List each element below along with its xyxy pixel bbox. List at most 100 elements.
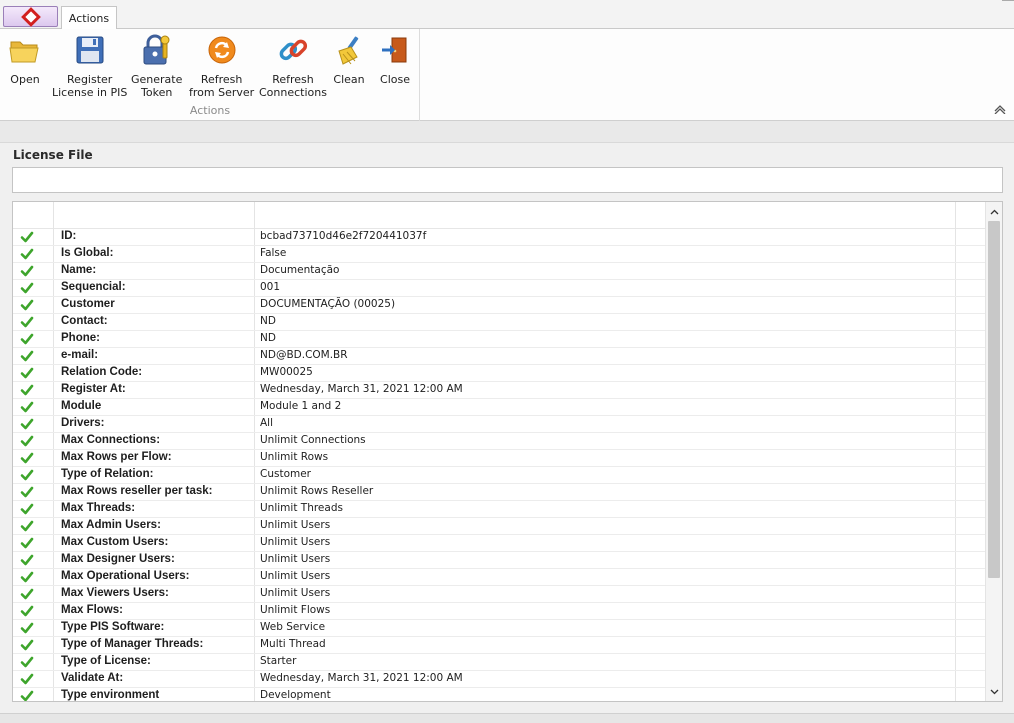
grid-rows: ID: bcbad73710d46e2f720441037f Is Global: F…	[13, 229, 985, 701]
checkmark-icon	[20, 638, 34, 652]
row-key: Type of Relation:	[61, 468, 154, 480]
row-key: Max Operational Users:	[61, 570, 190, 582]
table-row[interactable]: Max Admin Users: Unlimit Users	[13, 518, 985, 535]
row-value: Unlimit Threads	[260, 502, 343, 514]
table-row[interactable]: Type of License: Starter	[13, 654, 985, 671]
row-key: Max Viewers Users:	[61, 587, 169, 599]
close-button[interactable]: Close	[378, 33, 412, 86]
ribbon: Open Register License in PIS Generate To…	[0, 29, 1014, 121]
table-row[interactable]: Max Flows: Unlimit Flows	[13, 603, 985, 620]
checkmark-icon	[20, 264, 34, 278]
table-row[interactable]: Register At: Wednesday, March 31, 2021 12…	[13, 382, 985, 399]
register-license-button[interactable]: Register License in PIS	[52, 33, 127, 99]
row-key: Register At:	[61, 383, 126, 395]
window-corner-divider	[1002, 0, 1014, 6]
open-button[interactable]: Open	[8, 33, 42, 86]
row-key: Max Admin Users:	[61, 519, 161, 531]
tab-actions[interactable]: Actions	[61, 6, 117, 30]
checkmark-icon	[20, 451, 34, 465]
row-key: Type of License:	[61, 655, 151, 667]
row-key: Customer	[61, 298, 115, 310]
row-value: Documentação	[260, 264, 340, 276]
table-row[interactable]: Is Global: False	[13, 246, 985, 263]
application-menu-button[interactable]	[3, 6, 58, 27]
row-key: Max Designer Users:	[61, 553, 175, 565]
row-key: Type of Manager Threads:	[61, 638, 204, 650]
row-key: Phone:	[61, 332, 100, 344]
row-value: bcbad73710d46e2f720441037f	[260, 230, 427, 242]
table-row[interactable]: Max Rows reseller per task: Unlimit Rows …	[13, 484, 985, 501]
row-value: Customer	[260, 468, 312, 480]
table-row[interactable]: Max Custom Users: Unlimit Users	[13, 535, 985, 552]
row-key: Relation Code:	[61, 366, 143, 378]
checkmark-icon	[20, 468, 34, 482]
table-row[interactable]: Max Operational Users: Unlimit Users	[13, 569, 985, 586]
table-row[interactable]: Type of Manager Threads: Multi Thread	[13, 637, 985, 654]
row-key: e-mail:	[61, 349, 99, 361]
row-value: Unlimit Users	[260, 570, 331, 582]
table-row[interactable]: Max Rows per Flow: Unlimit Rows	[13, 450, 985, 467]
table-row[interactable]: Type environment Development	[13, 688, 985, 701]
license-window: Actions Open Register License in PIS Gen…	[0, 0, 1014, 723]
row-key: Type environment	[61, 689, 160, 701]
checkmark-icon	[20, 553, 34, 567]
table-row[interactable]: Max Connections: Unlimit Connections	[13, 433, 985, 450]
scrollbar-thumb[interactable]	[988, 221, 1000, 578]
table-row[interactable]: Max Designer Users: Unlimit Users	[13, 552, 985, 569]
license-grid: ID: bcbad73710d46e2f720441037f Is Global: F…	[12, 201, 1003, 702]
open-button-label: Open	[10, 73, 40, 86]
generate-token-button[interactable]: Generate Token	[131, 33, 182, 99]
row-value: MW00025	[260, 366, 313, 378]
vertical-scrollbar[interactable]	[985, 202, 1002, 701]
row-key: Max Rows per Flow:	[61, 451, 172, 463]
scroll-down-icon[interactable]	[986, 683, 1002, 700]
checkmark-icon	[20, 366, 34, 380]
table-row[interactable]: Relation Code: MW00025	[13, 365, 985, 382]
checkmark-icon	[20, 315, 34, 329]
table-row[interactable]: Type PIS Software: Web Service	[13, 620, 985, 637]
row-key: Sequencial:	[61, 281, 126, 293]
checkmark-icon	[20, 655, 34, 669]
row-key: Module	[61, 400, 102, 412]
table-row[interactable]: e-mail: ND@BD.COM.BR	[13, 348, 985, 365]
table-row[interactable]: Phone: ND	[13, 331, 985, 348]
table-row[interactable]: Sequencial: 001	[13, 280, 985, 297]
row-key: Contact:	[61, 315, 108, 327]
table-row[interactable]: Max Threads: Unlimit Threads	[13, 501, 985, 518]
table-row[interactable]: Module Module 1 and 2	[13, 399, 985, 416]
scroll-up-icon[interactable]	[986, 203, 1002, 220]
collapse-ribbon-icon[interactable]	[994, 104, 1006, 115]
register-license-label: Register License in PIS	[52, 73, 128, 99]
table-row[interactable]: Drivers: All	[13, 416, 985, 433]
padlock-key-icon	[140, 33, 174, 67]
table-row[interactable]: Validate At: Wednesday, March 31, 2021 12…	[13, 671, 985, 688]
table-row[interactable]: Customer DOCUMENTAÇÃO (00025)	[13, 297, 985, 314]
row-key: Max Flows:	[61, 604, 123, 616]
floppy-disk-icon	[73, 33, 107, 67]
table-row[interactable]: ID: bcbad73710d46e2f720441037f	[13, 229, 985, 246]
refresh-connections-label: Refresh Connections	[259, 73, 327, 99]
row-value: Unlimit Users	[260, 519, 331, 531]
checkmark-icon	[20, 604, 34, 618]
row-key: Max Connections:	[61, 434, 161, 446]
table-row[interactable]: Max Viewers Users: Unlimit Users	[13, 586, 985, 603]
checkmark-icon	[20, 383, 34, 397]
checkmark-icon	[20, 332, 34, 346]
license-file-input[interactable]	[12, 167, 1003, 193]
table-row[interactable]: Name: Documentação	[13, 263, 985, 280]
table-row[interactable]: Type of Relation: Customer	[13, 467, 985, 484]
refresh-from-server-label: Refresh from Server	[189, 73, 255, 99]
checkmark-icon	[20, 485, 34, 499]
row-key: Name:	[61, 264, 97, 276]
checkmark-icon	[20, 434, 34, 448]
refresh-from-server-button[interactable]: Refresh from Server	[189, 33, 254, 99]
row-key: Drivers:	[61, 417, 105, 429]
table-row[interactable]: Contact: ND	[13, 314, 985, 331]
exit-door-icon	[378, 33, 412, 67]
row-value: Starter	[260, 655, 297, 667]
checkmark-icon	[20, 247, 34, 261]
refresh-connections-button[interactable]: Refresh Connections	[259, 33, 327, 99]
clean-button[interactable]: Clean	[332, 33, 366, 86]
row-value: Unlimit Rows	[260, 451, 329, 463]
row-value: All	[260, 417, 274, 429]
